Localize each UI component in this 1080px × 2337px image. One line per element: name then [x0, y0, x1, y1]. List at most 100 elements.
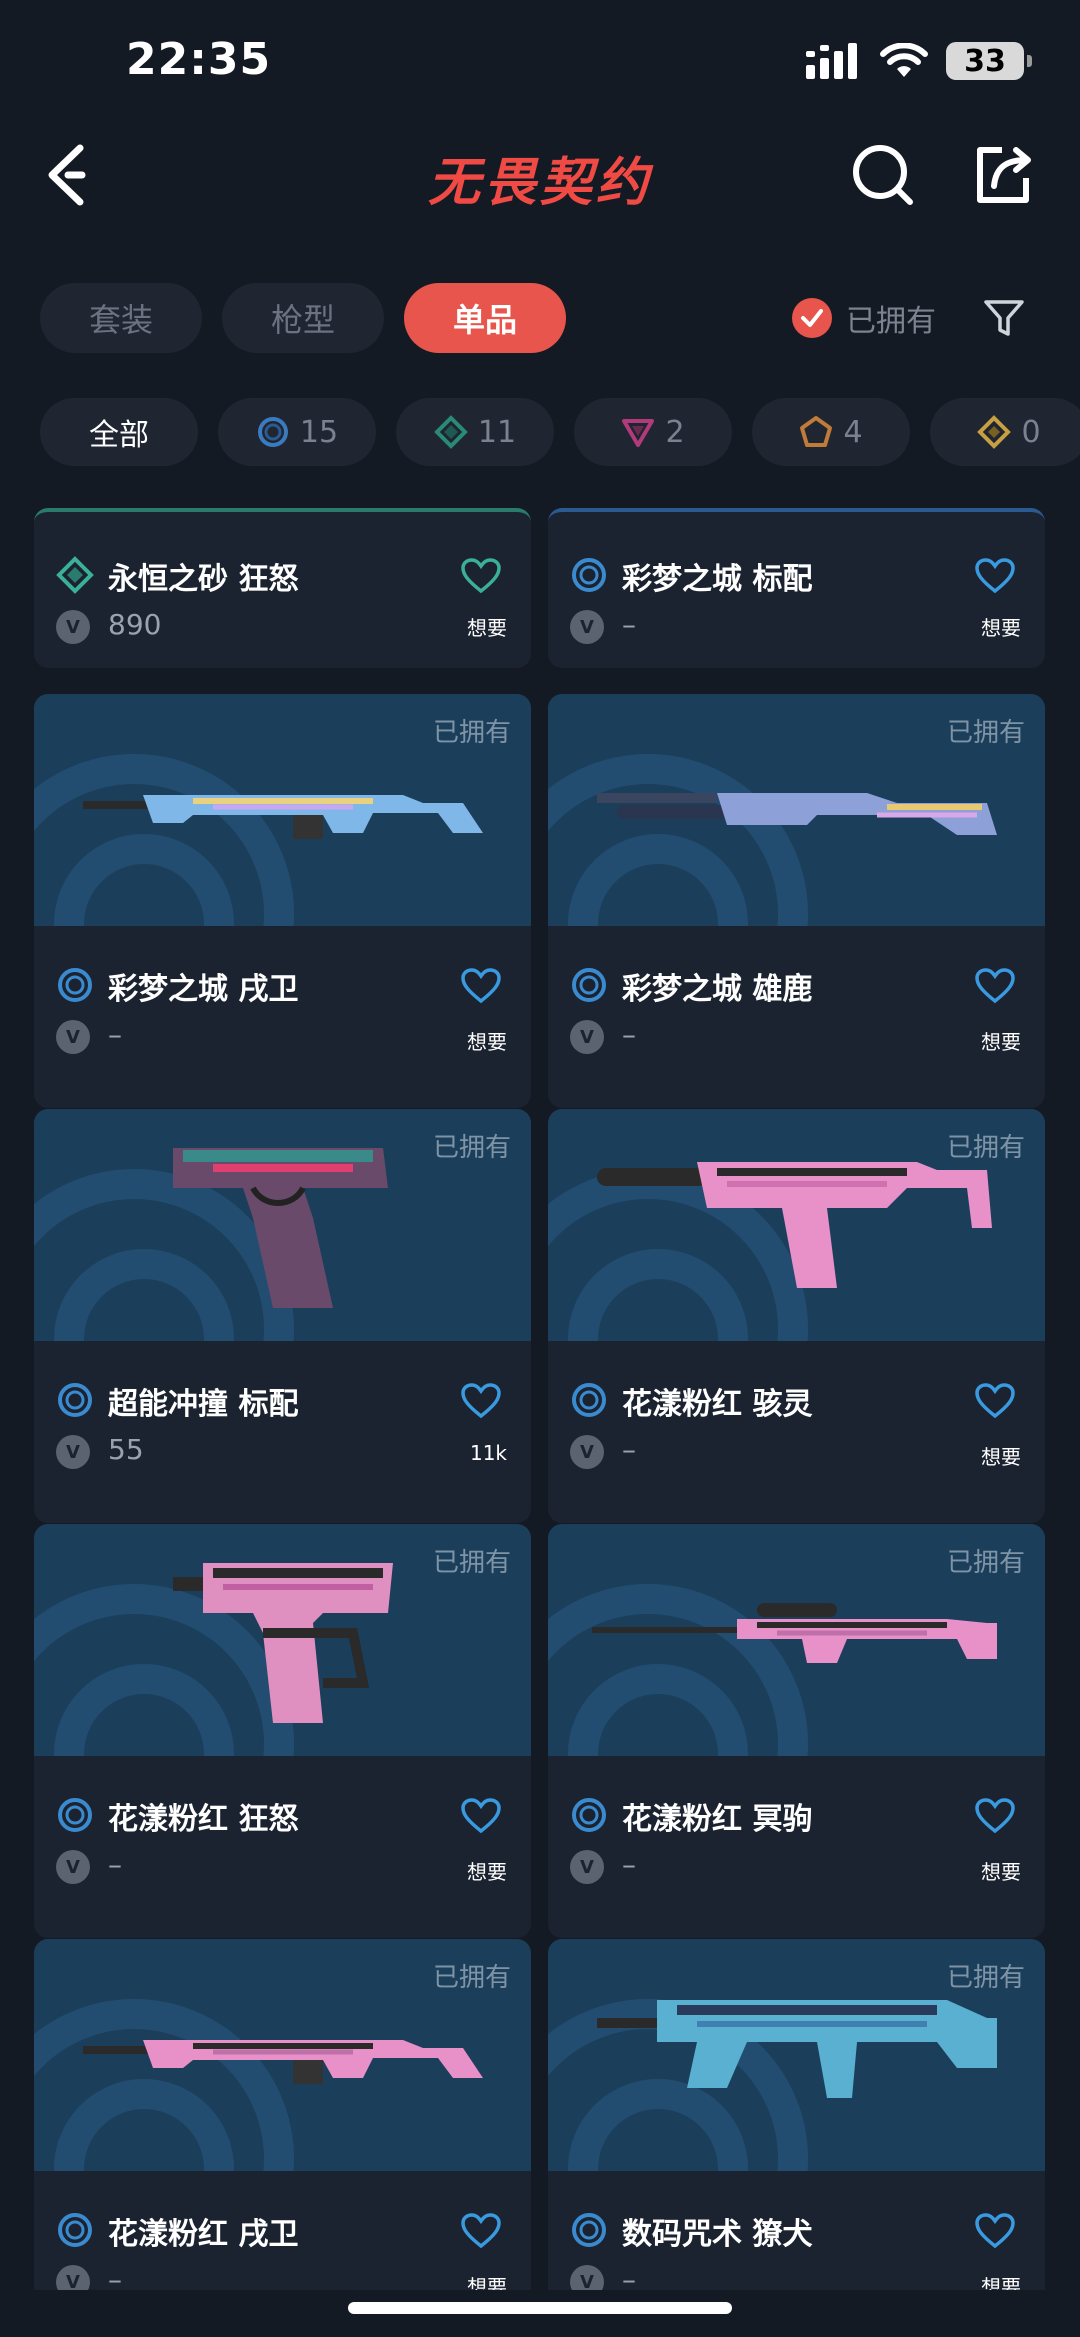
owned-filter-toggle[interactable]: 已拥有 — [792, 296, 936, 340]
item-card[interactable]: 已拥有 花漾粉红 冥驹 V – 想要 — [548, 1524, 1045, 1938]
heart-wishlist-icon[interactable] — [975, 2213, 1015, 2249]
item-card[interactable]: 已拥有 花漾粉红 狂怒 V – 想要 — [34, 1524, 531, 1938]
heart-wishlist-icon[interactable] — [975, 1383, 1015, 1419]
tab-bundles[interactable]: 套装 — [40, 283, 202, 353]
item-price: – — [622, 1848, 636, 1881]
weapon-skin-image — [587, 763, 1007, 857]
nav-bar: 无畏契约 — [0, 130, 1080, 220]
select-tier-icon — [58, 968, 92, 1002]
item-name: 彩梦之城 标配 — [622, 562, 813, 597]
vp-currency-icon: V — [570, 1850, 604, 1884]
item-card[interactable]: 已拥有 彩梦之城 雄鹿 V – 想要 — [548, 694, 1045, 1108]
item-name: 花漾粉红 戌卫 — [108, 2217, 299, 2252]
weapon-image: 已拥有 — [34, 1524, 531, 1756]
item-card[interactable]: 已拥有 超能冲撞 标配 V 55 11k — [34, 1109, 531, 1523]
share-icon[interactable] — [970, 142, 1036, 208]
owned-badge: 已拥有 — [432, 1133, 511, 1163]
select-tier-icon — [58, 1383, 92, 1417]
select-tier-icon — [58, 1798, 92, 1832]
select-tier-icon — [572, 1383, 606, 1417]
owned-badge: 已拥有 — [946, 1963, 1025, 1993]
weapon-image: 已拥有 — [548, 1524, 1045, 1756]
heart-wishlist-icon[interactable] — [975, 1798, 1015, 1834]
cellular-signal-icon — [806, 43, 857, 79]
search-icon[interactable] — [850, 142, 916, 208]
item-price: – — [622, 608, 636, 641]
vp-currency-icon: V — [56, 1020, 90, 1054]
tab-single-items[interactable]: 单品 — [404, 283, 566, 353]
heart-wishlist-icon[interactable] — [461, 2213, 501, 2249]
owned-badge: 已拥有 — [946, 718, 1025, 748]
tier-chip-premium[interactable]: 2 — [574, 398, 732, 466]
item-name: 花漾粉红 骇灵 — [622, 1387, 813, 1422]
vp-currency-icon: V — [56, 1850, 90, 1884]
tier-chip-label: 4 — [843, 414, 863, 450]
select-tier-icon — [572, 968, 606, 1002]
weapon-skin-image — [73, 763, 493, 857]
item-card[interactable]: 已拥有 数码咒术 獠犬 V – 想要 — [548, 1939, 1045, 2290]
want-label: 想要 — [981, 1445, 1021, 1469]
item-name: 花漾粉红 狂怒 — [108, 1802, 299, 1837]
heart-wishlist-icon[interactable] — [461, 968, 501, 1004]
owned-badge: 已拥有 — [946, 1133, 1025, 1163]
tab-weapon-types[interactable]: 枪型 — [222, 283, 384, 353]
category-tabs: 套装 枪型 单品 — [40, 283, 566, 353]
weapon-skin-image — [153, 1543, 413, 1737]
vp-currency-icon: V — [570, 1435, 604, 1469]
item-price: – — [108, 2263, 122, 2290]
weapon-skin-image — [73, 2008, 493, 2102]
item-name: 彩梦之城 雄鹿 — [622, 972, 813, 1007]
vp-currency-icon: V — [56, 1435, 90, 1469]
status-bar: 22:35 33 — [0, 0, 1080, 120]
owned-filter-label: 已拥有 — [846, 304, 936, 339]
item-card[interactable]: 已拥有 花漾粉红 骇灵 V – 想要 — [548, 1109, 1045, 1523]
deluxe-tier-icon — [56, 556, 94, 594]
status-icons: 33 — [806, 42, 1032, 80]
owned-badge: 已拥有 — [432, 718, 511, 748]
item-card[interactable]: 已拥有 花漾粉红 戌卫 V – 想要 — [34, 1939, 531, 2290]
weapon-image: 已拥有 — [34, 1109, 531, 1341]
owned-badge: 已拥有 — [432, 1548, 511, 1578]
want-label: 想要 — [981, 1030, 1021, 1054]
heart-wishlist-icon[interactable] — [975, 558, 1015, 594]
weapon-image: 已拥有 — [548, 1939, 1045, 2171]
tier-chip-all[interactable]: 全部 — [40, 398, 198, 466]
item-card[interactable]: 已拥有 彩梦之城 戌卫 V – 想要 — [34, 694, 531, 1108]
tier-filter-row: 全部 15 11 2 4 0 — [40, 398, 1080, 466]
weapon-skin-image — [587, 1593, 1007, 1687]
want-label: 想要 — [981, 2275, 1021, 2290]
want-label: 想要 — [981, 1860, 1021, 1884]
tier-chip-label: 15 — [299, 414, 339, 450]
item-grid: 永恒之砂 狂怒 V 890 想要 彩梦之城 标配 V – 想要 已拥有 彩梦之城… — [34, 508, 1046, 2290]
status-time: 22:35 — [126, 34, 272, 85]
weapon-image: 已拥有 — [34, 1939, 531, 2171]
item-price: – — [108, 1848, 122, 1881]
heart-wishlist-icon[interactable] — [975, 968, 1015, 1004]
item-price: – — [622, 1433, 636, 1466]
tier-chip-deluxe[interactable]: 11 — [396, 398, 554, 466]
weapon-skin-image — [587, 1148, 1007, 1302]
deluxe-tier-icon — [434, 415, 468, 449]
weapon-image: 已拥有 — [34, 694, 531, 926]
heart-wishlist-icon[interactable] — [461, 1383, 501, 1419]
tier-chip-exclusive[interactable]: 4 — [752, 398, 910, 466]
item-price: – — [622, 1018, 636, 1051]
item-name: 超能冲撞 标配 — [108, 1387, 299, 1422]
tier-chip-ultra[interactable]: 0 — [930, 398, 1080, 466]
weapon-image: 已拥有 — [548, 694, 1045, 926]
item-card[interactable]: 彩梦之城 标配 V – 想要 — [548, 508, 1045, 668]
select-tier-icon — [257, 417, 288, 447]
select-tier-icon — [572, 1798, 606, 1832]
tier-chip-label: 2 — [665, 414, 685, 450]
item-name: 花漾粉红 冥驹 — [622, 1802, 813, 1837]
vp-currency-icon: V — [570, 1020, 604, 1054]
item-price: 890 — [108, 608, 162, 641]
item-card[interactable]: 永恒之砂 狂怒 V 890 想要 — [34, 508, 531, 668]
heart-wishlist-icon[interactable] — [461, 1798, 501, 1834]
owned-badge: 已拥有 — [432, 1963, 511, 1993]
want-label: 想要 — [981, 616, 1021, 640]
tier-chip-label: 11 — [477, 414, 517, 450]
filter-funnel-icon[interactable] — [982, 296, 1026, 340]
tier-chip-select[interactable]: 15 — [218, 398, 376, 466]
heart-wishlist-icon[interactable] — [461, 558, 501, 594]
